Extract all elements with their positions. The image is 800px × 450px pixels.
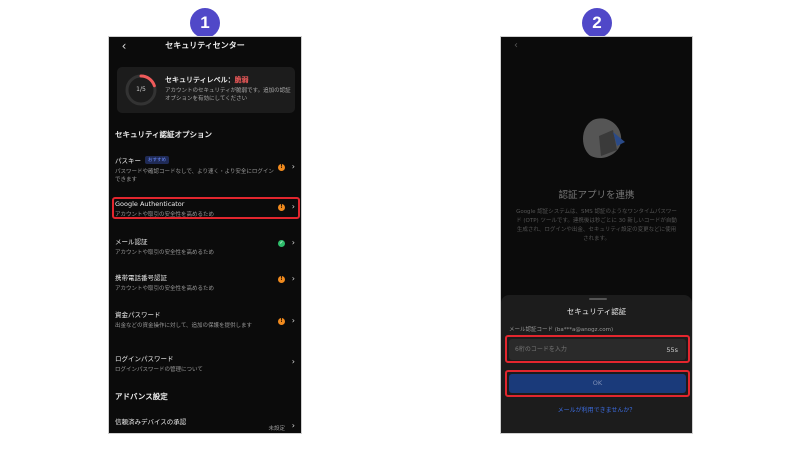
link-app-description: Google 認証システムは、SMS 認証のようなワンタイムパスワード (OTP… <box>516 209 677 242</box>
option-description: ログインパスワードの管理について <box>115 367 203 373</box>
link-authenticator-screen: ‹ 認証アプリを連携 Google 認証システムは、SMS 認証のようなワンタイ… <box>500 36 693 434</box>
option-login-password[interactable]: ログインパスワード ログインパスワードの管理について › <box>115 353 299 374</box>
security-progress-label: 1/5 <box>136 86 146 93</box>
email-unavailable-link[interactable]: メールが利用できませんか？ <box>501 405 692 414</box>
chevron-right-icon: › <box>291 316 295 325</box>
option-description: 出金などの資金操作に対して、追加の保護を提供します <box>115 323 253 329</box>
security-verification-sheet: セキュリティ認証 メール認証コード (ba***a@anogz.com) 55s… <box>501 295 692 433</box>
back-button[interactable]: ‹ <box>509 39 523 53</box>
highlight-ok-button <box>505 370 690 397</box>
security-level-card: 1/5 セキュリティレベル：脆弱 アカウントのセキュリティが脆弱です。追加の認証… <box>117 67 295 113</box>
option-email[interactable]: メール認証 アカウントや取引の安全性を高めるため ✓ › <box>115 236 299 257</box>
option-status-text: 未設定 <box>268 426 285 432</box>
security-level-description: アカウントのセキュリティが脆弱です。追加の認証オプションを有効にしてください <box>165 88 291 102</box>
advanced-settings-heading: アドバンス設定 <box>115 392 168 401</box>
highlight-code-input <box>505 335 690 363</box>
drag-handle[interactable] <box>589 298 607 300</box>
option-fund-password[interactable]: 資金パスワード 出金などの資金操作に対して、追加の保護を提供します ! › <box>115 309 299 330</box>
chevron-right-icon: › <box>291 357 295 366</box>
security-center-screen: ‹ セキュリティセンター 1/5 セキュリティレベル：脆弱 アカウントのセキュリ… <box>108 36 302 434</box>
sheet-title: セキュリティ認証 <box>566 307 627 316</box>
link-app-title: 認証アプリを連携 <box>558 190 635 201</box>
option-title: 資金パスワード <box>115 311 161 319</box>
page-title: セキュリティセンター <box>165 41 245 50</box>
chevron-right-icon: › <box>291 238 295 247</box>
option-phone[interactable]: 携帯電話番号認証 アカウントや取引の安全性を高めるため ! › <box>115 272 299 293</box>
warning-icon: ! <box>278 164 285 171</box>
warning-icon: ! <box>278 318 285 325</box>
option-title: メール認証 <box>115 238 148 246</box>
recommended-badge: おすすめ <box>145 156 169 164</box>
header: ‹ セキュリティセンター <box>109 37 301 55</box>
security-level: セキュリティレベル：脆弱 <box>165 75 249 85</box>
option-description: アカウントや取引の安全性を高めるため <box>115 286 215 292</box>
step-badge-2: 2 <box>582 8 612 38</box>
check-icon: ✓ <box>278 240 285 247</box>
step-badge-1: 1 <box>190 8 220 38</box>
option-title: 携帯電話番号認証 <box>115 274 167 282</box>
option-title: ログインパスワード <box>115 355 174 363</box>
option-description: アカウントや取引の安全性を高めるため <box>115 250 215 256</box>
option-title: パスキー <box>115 157 141 165</box>
warning-icon: ! <box>278 276 285 283</box>
email-code-label: メール認証コード (ba***a@anogz.com) <box>509 327 614 333</box>
security-level-value: 脆弱 <box>234 76 249 84</box>
option-title: 信頼済みデバイスの承認 <box>115 418 187 426</box>
option-trusted-device[interactable]: 信頼済みデバイスの承認 未設定 › <box>115 416 299 432</box>
chevron-right-icon: › <box>291 421 295 430</box>
highlight-google-authenticator <box>112 197 300 219</box>
chevron-right-icon: › <box>291 162 295 171</box>
auth-options-heading: セキュリティ認証オプション <box>115 130 213 139</box>
option-passkey[interactable]: パスキー おすすめ パスワードや確認コードなしで、より速く・より安全にログインでき… <box>115 155 299 184</box>
option-description: パスワードや確認コードなしで、より速く・より安全にログインできます <box>115 169 274 183</box>
security-level-label: セキュリティレベル： <box>165 76 235 84</box>
authenticator-app-icon <box>583 118 625 159</box>
chevron-right-icon: › <box>291 274 295 283</box>
